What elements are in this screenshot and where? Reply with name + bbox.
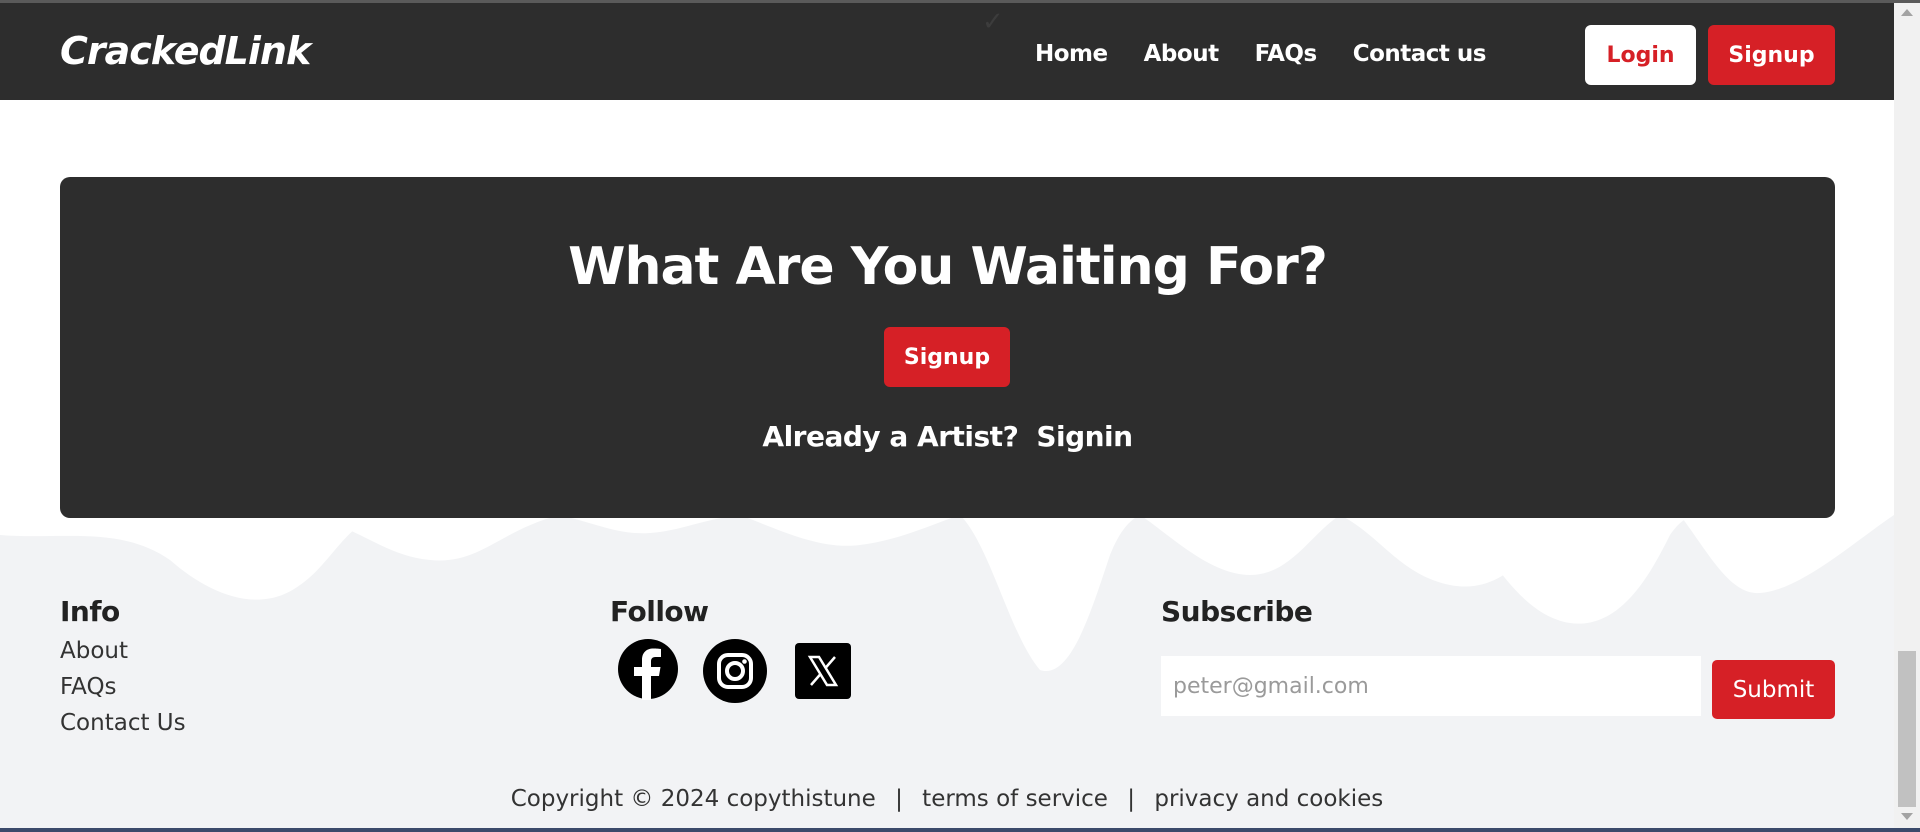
window-bottom-border [0,828,1920,832]
background-overlap-text: ✓ [982,7,1004,37]
terms-of-service-link[interactable]: terms of service [922,786,1108,812]
cta-title: What Are You Waiting For? [568,237,1328,297]
scroll-down-arrow-icon[interactable] [1901,813,1913,820]
footer-faqs-link[interactable]: FAQs [60,674,117,700]
vertical-scrollbar[interactable] [1894,3,1920,828]
cta-signup-button[interactable]: Signup [884,327,1010,387]
nav-about-link[interactable]: About [1144,41,1219,67]
footer-info-title: Info [60,595,120,628]
facebook-icon[interactable] [617,638,679,700]
x-icon[interactable] [795,643,851,699]
instagram-icon[interactable] [702,638,768,704]
copyright-bar: Copyright © 2024 copythistune | terms of… [0,786,1894,812]
nav-links: Home About FAQs Contact us [1035,41,1486,67]
scroll-thumb[interactable] [1898,651,1916,807]
copyright-separator: | [895,786,903,812]
subscribe-email-input[interactable] [1161,656,1701,716]
copyright-text: Copyright © 2024 copythistune [510,786,876,812]
footer-subscribe-title: Subscribe [1161,595,1313,628]
footer-contact-link[interactable]: Contact Us [60,710,186,736]
footer-drip-decoration [0,515,1894,672]
footer-about-link[interactable]: About [60,638,128,664]
nav-contact-link[interactable]: Contact us [1353,41,1487,67]
navbar: ✓ CrackedLink Home About FAQs Contact us… [0,3,1894,100]
already-artist-text: Already a Artist? [762,420,1019,453]
footer-follow-title: Follow [610,595,709,628]
copyright-separator: | [1127,786,1136,812]
cta-signin-prompt: Already a Artist? Signin [60,420,1835,453]
subscribe-submit-button[interactable]: Submit [1712,660,1835,719]
scroll-up-arrow-icon[interactable] [1901,9,1913,16]
signup-button[interactable]: Signup [1708,25,1835,85]
nav-home-link[interactable]: Home [1035,41,1108,67]
site-logo[interactable]: CrackedLink [60,29,311,73]
cta-banner: What Are You Waiting For? Signup Already… [60,177,1835,518]
login-button[interactable]: Login [1585,25,1696,85]
privacy-cookies-link[interactable]: privacy and cookies [1154,786,1383,812]
cta-signin-link[interactable]: Signin [1036,420,1133,453]
nav-faqs-link[interactable]: FAQs [1255,41,1318,67]
